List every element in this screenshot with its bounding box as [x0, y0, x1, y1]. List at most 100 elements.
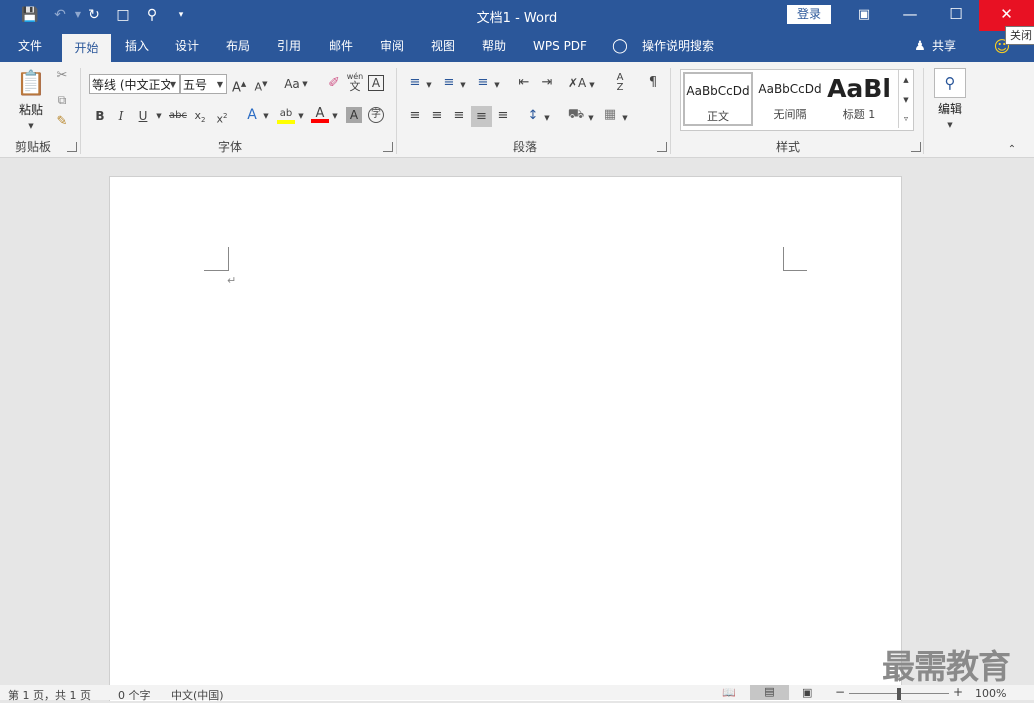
character-shading-icon[interactable]: A — [346, 107, 362, 123]
align-center-icon[interactable]: ≡ — [428, 108, 446, 124]
underline-icon[interactable]: U — [136, 108, 150, 124]
grow-font-icon[interactable]: A▲ — [232, 76, 246, 96]
strikethrough-icon[interactable]: abc — [168, 108, 188, 124]
chevron-down-icon[interactable]: ▼ — [621, 110, 629, 126]
chevron-down-icon[interactable]: ▼ — [587, 110, 595, 126]
chevron-down-icon[interactable]: ▼ — [493, 77, 501, 93]
paragraph-dialog-launcher-icon[interactable] — [657, 142, 667, 152]
justify-icon[interactable]: ≡ — [471, 106, 492, 127]
paste-icon[interactable]: 📋 — [15, 68, 47, 98]
subscript-icon[interactable]: x2 — [192, 108, 208, 128]
clear-formatting-icon[interactable]: ✐ — [325, 75, 343, 91]
chevron-down-icon[interactable]: ▼ — [297, 108, 305, 124]
decrease-indent-icon[interactable]: ⇤ — [515, 75, 533, 91]
chevron-down-icon[interactable]: ▼ — [169, 75, 176, 93]
highlight-icon[interactable]: ab — [277, 106, 295, 124]
character-border-icon[interactable]: A — [368, 75, 384, 91]
chevron-down-icon[interactable]: ▼ — [301, 76, 309, 92]
zoom-out-icon[interactable]: − — [835, 685, 845, 699]
bold-icon[interactable]: B — [93, 108, 107, 124]
chevron-down-icon[interactable]: ▼ — [425, 77, 433, 93]
format-painter-icon[interactable]: ✎ — [53, 114, 71, 130]
text-effects-icon[interactable]: A — [244, 107, 260, 123]
language-indicator[interactable]: 中文(中国) — [171, 687, 224, 703]
style-no-spacing[interactable]: AaBbCcDd 无间隔 — [755, 72, 825, 126]
search-icon[interactable]: ⚲ — [934, 68, 966, 98]
tab-design[interactable]: 设计 — [166, 31, 208, 62]
tab-references[interactable]: 引用 — [268, 31, 310, 62]
enclose-characters-icon[interactable]: 字 — [368, 107, 384, 123]
chevron-down-icon[interactable]: ▼ — [217, 75, 223, 95]
asian-layout-icon[interactable]: ✗A — [568, 75, 586, 91]
chevron-down-icon[interactable]: ▼ — [154, 108, 164, 124]
change-case-button[interactable]: Aa — [282, 76, 302, 92]
chevron-down-icon[interactable]: ▼ — [945, 117, 955, 133]
italic-icon[interactable]: I — [114, 108, 128, 124]
paste-button[interactable]: 粘贴 — [15, 102, 47, 118]
tab-review[interactable]: 审阅 — [371, 31, 413, 62]
tab-file[interactable]: 文件 — [8, 31, 52, 62]
tab-wps-pdf[interactable]: WPS PDF — [526, 31, 594, 62]
chevron-down-icon[interactable]: ▼ — [588, 77, 596, 93]
share-button[interactable]: 共享 — [929, 31, 959, 62]
borders-icon[interactable]: ▦ — [601, 107, 619, 123]
style-heading-1[interactable]: AaBl 标题 1 — [827, 72, 891, 126]
editing-button[interactable]: 编辑 — [928, 101, 972, 117]
chevron-down-icon[interactable]: ▼ — [543, 110, 551, 126]
chevron-down-icon[interactable]: ▼ — [331, 108, 339, 124]
person-icon: ♟ — [914, 39, 926, 54]
page-count[interactable]: 第 1 页，共 1 页 — [8, 687, 91, 703]
zoom-in-icon[interactable]: + — [953, 685, 963, 699]
gallery-down-icon[interactable]: ▼ — [899, 92, 913, 108]
distributed-icon[interactable]: ≡ — [494, 108, 512, 124]
phonetic-guide-icon[interactable]: wén 文 — [346, 72, 364, 93]
tab-insert[interactable]: 插入 — [116, 31, 158, 62]
tab-help[interactable]: 帮助 — [473, 31, 515, 62]
maximize-icon[interactable]: ☐ — [933, 0, 979, 31]
show-formatting-marks-icon[interactable]: ¶ — [644, 75, 662, 91]
chevron-down-icon[interactable]: ▼ — [262, 108, 270, 124]
tab-mailings[interactable]: 邮件 — [320, 31, 362, 62]
tab-layout[interactable]: 布局 — [217, 31, 259, 62]
shrink-font-icon[interactable]: A▼ — [254, 76, 268, 96]
superscript-icon[interactable]: x2 — [214, 108, 230, 128]
multilevel-list-icon[interactable]: ≡ — [474, 75, 492, 91]
collapse-ribbon-icon[interactable]: ⌃ — [1005, 142, 1019, 158]
increase-indent-icon[interactable]: ⇥ — [538, 75, 556, 91]
web-layout-icon[interactable]: ▣ — [802, 686, 812, 699]
align-right-icon[interactable]: ≡ — [450, 108, 468, 124]
font-name-combo[interactable]: 等线 (中文正文 ▼ — [89, 74, 180, 94]
gallery-more-icon[interactable]: ▿ — [899, 111, 913, 127]
copy-icon[interactable]: ⧉ — [53, 92, 71, 108]
ribbon-display-options-icon[interactable]: ▣ — [841, 0, 887, 31]
group-divider — [80, 68, 81, 154]
word-count[interactable]: 0 个字 — [118, 687, 151, 703]
shading-icon[interactable]: ⛟ — [567, 107, 585, 123]
document-page[interactable]: ↵ — [109, 176, 902, 701]
gallery-up-icon[interactable]: ▲ — [899, 72, 913, 88]
print-layout-icon[interactable]: ▤ — [750, 685, 789, 700]
font-dialog-launcher-icon[interactable] — [383, 142, 393, 152]
style-normal[interactable]: AaBbCcDd 正文 — [683, 72, 753, 126]
tab-view[interactable]: 视图 — [422, 31, 464, 62]
line-spacing-icon[interactable]: ↕ — [524, 108, 542, 124]
styles-dialog-launcher-icon[interactable] — [911, 142, 921, 152]
tell-me-search[interactable]: 操作说明搜索 — [638, 31, 718, 62]
minimize-icon[interactable]: — — [887, 0, 933, 31]
font-color-icon[interactable]: A — [311, 106, 329, 123]
clipboard-dialog-launcher-icon[interactable] — [67, 142, 77, 152]
cut-icon[interactable]: ✂ — [53, 68, 71, 84]
zoom-level[interactable]: 100% — [975, 687, 1006, 700]
paste-dropdown-icon[interactable]: ▼ — [25, 118, 37, 134]
sort-icon[interactable]: AZ — [611, 73, 629, 93]
read-mode-icon[interactable]: 📖 — [722, 686, 736, 699]
numbering-icon[interactable]: ≡ — [440, 75, 458, 91]
zoom-slider-thumb[interactable] — [897, 688, 901, 700]
bullets-icon[interactable]: ≡ — [406, 75, 424, 91]
align-left-icon[interactable]: ≡ — [406, 108, 424, 124]
chevron-down-icon[interactable]: ▼ — [459, 77, 467, 93]
style-sample: AaBbCcDd — [686, 84, 750, 98]
font-size-combo[interactable]: 五号 ▼ — [180, 74, 227, 94]
tab-home[interactable]: 开始 — [62, 34, 111, 62]
login-button[interactable]: 登录 — [787, 5, 831, 24]
